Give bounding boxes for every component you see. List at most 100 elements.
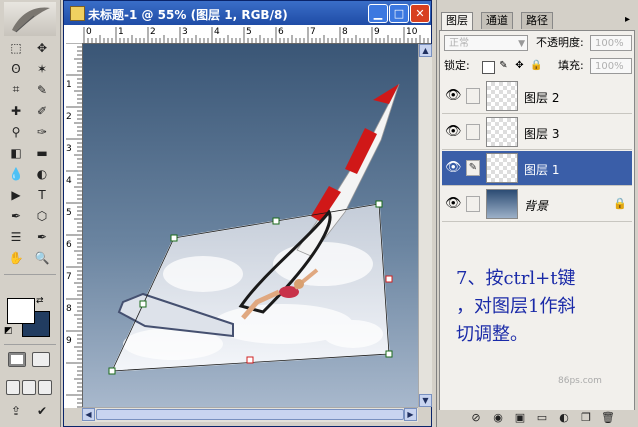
new-group-icon[interactable]: ▭ bbox=[535, 411, 549, 425]
ruler-label: 10 bbox=[406, 27, 418, 37]
screen-mode-standard-icon[interactable] bbox=[6, 380, 20, 395]
ruler-label: 7 bbox=[66, 272, 72, 282]
foreground-color-swatch[interactable] bbox=[7, 298, 35, 324]
maximize-button[interactable]: □ bbox=[389, 4, 409, 23]
ruler-label: 2 bbox=[150, 27, 156, 37]
fill-field[interactable]: 100% bbox=[590, 58, 632, 74]
scroll-left-arrow-icon[interactable]: ◀ bbox=[82, 408, 95, 421]
close-button[interactable]: ✕ bbox=[410, 4, 430, 23]
minimize-button[interactable]: ▁ bbox=[368, 4, 388, 23]
stamp-icon[interactable]: ⚲ bbox=[5, 122, 27, 141]
magic-wand-icon[interactable]: ✶ bbox=[31, 59, 53, 78]
layer-row[interactable]: 👁 图层 2 bbox=[442, 79, 632, 114]
adjustment-layer-icon[interactable]: ◐ bbox=[557, 411, 571, 425]
layer-thumbnail[interactable] bbox=[486, 189, 518, 219]
blur-icon[interactable]: 💧 bbox=[5, 164, 27, 183]
vertical-scrollbar[interactable]: ▲ ▼ bbox=[418, 44, 432, 407]
tab-channels[interactable]: 通道 bbox=[481, 12, 513, 29]
standard-mode-icon[interactable] bbox=[8, 352, 26, 367]
transform-handle[interactable] bbox=[246, 356, 254, 364]
transform-handle[interactable] bbox=[385, 275, 393, 283]
slice-icon[interactable]: ✎ bbox=[31, 80, 53, 99]
pen-icon[interactable]: ✒ bbox=[5, 206, 27, 225]
eraser-icon[interactable]: ◧ bbox=[5, 143, 27, 162]
lock-pixels-icon[interactable]: ✎ bbox=[498, 60, 509, 71]
screen-mode-fullmenu-icon[interactable] bbox=[22, 380, 36, 395]
tab-layers[interactable]: 图层 bbox=[441, 12, 473, 30]
palette-menu-icon[interactable]: ▸ bbox=[625, 14, 630, 25]
healing-icon[interactable]: ✚ bbox=[5, 101, 27, 120]
toolbox-divider bbox=[4, 274, 56, 275]
ruler-origin[interactable] bbox=[64, 25, 83, 44]
transform-handle[interactable] bbox=[385, 350, 393, 358]
layer-link-slot[interactable] bbox=[466, 124, 480, 140]
visibility-eye-icon[interactable]: 👁 bbox=[445, 124, 462, 140]
layer-row[interactable]: 👁 ✎ 图层 1 bbox=[442, 151, 632, 186]
shape-icon[interactable]: ⬡ bbox=[31, 206, 53, 225]
transform-handle[interactable] bbox=[375, 200, 383, 208]
vertical-ruler[interactable]: 1 2 3 4 5 6 7 8 9 bbox=[64, 43, 83, 408]
paintbrush-icon[interactable]: ✎ bbox=[466, 160, 480, 176]
swap-colors-icon[interactable]: ⇄ bbox=[36, 296, 44, 306]
type-icon[interactable]: T bbox=[31, 185, 53, 204]
notes-icon[interactable]: ☰ bbox=[5, 227, 27, 246]
transform-handle[interactable] bbox=[170, 234, 178, 242]
visibility-eye-icon[interactable]: 👁 bbox=[445, 196, 462, 212]
lock-transparent-icon[interactable] bbox=[482, 61, 495, 74]
ruler-ticks: 0 1 2 3 4 5 6 7 8 9 10 bbox=[83, 27, 429, 43]
link-layers-icon[interactable]: ⊘ bbox=[469, 411, 483, 425]
visibility-eye-icon[interactable]: 👁 bbox=[445, 160, 462, 176]
zoom-icon[interactable]: 🔍 bbox=[31, 248, 53, 267]
scroll-up-arrow-icon[interactable]: ▲ bbox=[419, 44, 432, 57]
blend-mode-select[interactable]: 正常 ▼ bbox=[444, 35, 528, 51]
gradient-icon[interactable]: ▬ bbox=[31, 143, 53, 162]
lock-position-icon[interactable]: ✥ bbox=[514, 60, 525, 71]
ruler-label: 3 bbox=[66, 144, 72, 154]
lock-icon: 🔒 bbox=[613, 197, 627, 210]
annotation-line: 7、按ctrl+t键 bbox=[456, 268, 576, 289]
lasso-icon[interactable]: ʘ bbox=[5, 59, 27, 78]
image-canvas[interactable] bbox=[83, 44, 418, 407]
default-colors-icon[interactable]: ◩ bbox=[4, 326, 13, 336]
layer-link-slot[interactable] bbox=[466, 196, 480, 212]
lock-all-icon[interactable]: 🔒 bbox=[530, 60, 542, 71]
screen-mode-full-icon[interactable] bbox=[38, 380, 52, 395]
transform-handle[interactable] bbox=[108, 367, 116, 375]
tab-paths[interactable]: 路径 bbox=[521, 12, 553, 29]
crop-icon[interactable]: ⌗ bbox=[5, 80, 27, 99]
edit-in-imageready-icon[interactable]: ✔ bbox=[31, 401, 53, 420]
add-mask-icon[interactable]: ▣ bbox=[513, 411, 527, 425]
path-select-icon[interactable]: ▶ bbox=[5, 185, 27, 204]
add-layer-style-icon[interactable]: ◉ bbox=[491, 411, 505, 425]
history-brush-icon[interactable]: ✑ bbox=[31, 122, 53, 141]
dodge-icon[interactable]: ◐ bbox=[31, 164, 53, 183]
scroll-right-arrow-icon[interactable]: ▶ bbox=[404, 408, 417, 421]
horizontal-ruler[interactable]: 0 1 2 3 4 5 6 7 8 9 10 bbox=[82, 25, 431, 44]
quick-mask-mode-icon[interactable] bbox=[32, 352, 50, 367]
photoshop-feather-logo-icon bbox=[4, 2, 56, 36]
brush-icon[interactable]: ✐ bbox=[31, 101, 53, 120]
layer-name: 图层 2 bbox=[524, 91, 560, 105]
document-titlebar[interactable]: 未标题-1 @ 55% (图层 1, RGB/8) ▁ □ ✕ bbox=[64, 1, 431, 25]
jump-to-imageready-icon[interactable]: ⇪ bbox=[5, 401, 27, 420]
ruler-label: 6 bbox=[278, 27, 284, 37]
marquee-icon[interactable]: ⬚ bbox=[5, 38, 27, 57]
horizontal-scrollbar[interactable]: ◀ ▶ bbox=[82, 407, 418, 422]
layer-thumbnail[interactable] bbox=[486, 153, 518, 183]
transform-handle[interactable] bbox=[139, 300, 147, 308]
transform-handle[interactable] bbox=[272, 217, 280, 225]
horizontal-scroll-thumb[interactable] bbox=[96, 409, 404, 420]
layer-thumbnail[interactable] bbox=[486, 117, 518, 147]
opacity-field[interactable]: 100% bbox=[590, 35, 632, 51]
scroll-down-arrow-icon[interactable]: ▼ bbox=[419, 394, 432, 407]
layer-row[interactable]: 👁 背景 🔒 bbox=[442, 187, 632, 222]
move-icon[interactable]: ✥ bbox=[31, 38, 53, 57]
layer-link-slot[interactable] bbox=[466, 88, 480, 104]
delete-layer-icon[interactable]: 🗑 bbox=[601, 411, 615, 425]
hand-icon[interactable]: ✋ bbox=[5, 248, 27, 267]
new-layer-icon[interactable]: ❐ bbox=[579, 411, 593, 425]
layer-thumbnail[interactable] bbox=[486, 81, 518, 111]
visibility-eye-icon[interactable]: 👁 bbox=[445, 88, 462, 104]
eyedropper-icon[interactable]: ✒ bbox=[31, 227, 53, 246]
layer-row[interactable]: 👁 图层 3 bbox=[442, 115, 632, 150]
